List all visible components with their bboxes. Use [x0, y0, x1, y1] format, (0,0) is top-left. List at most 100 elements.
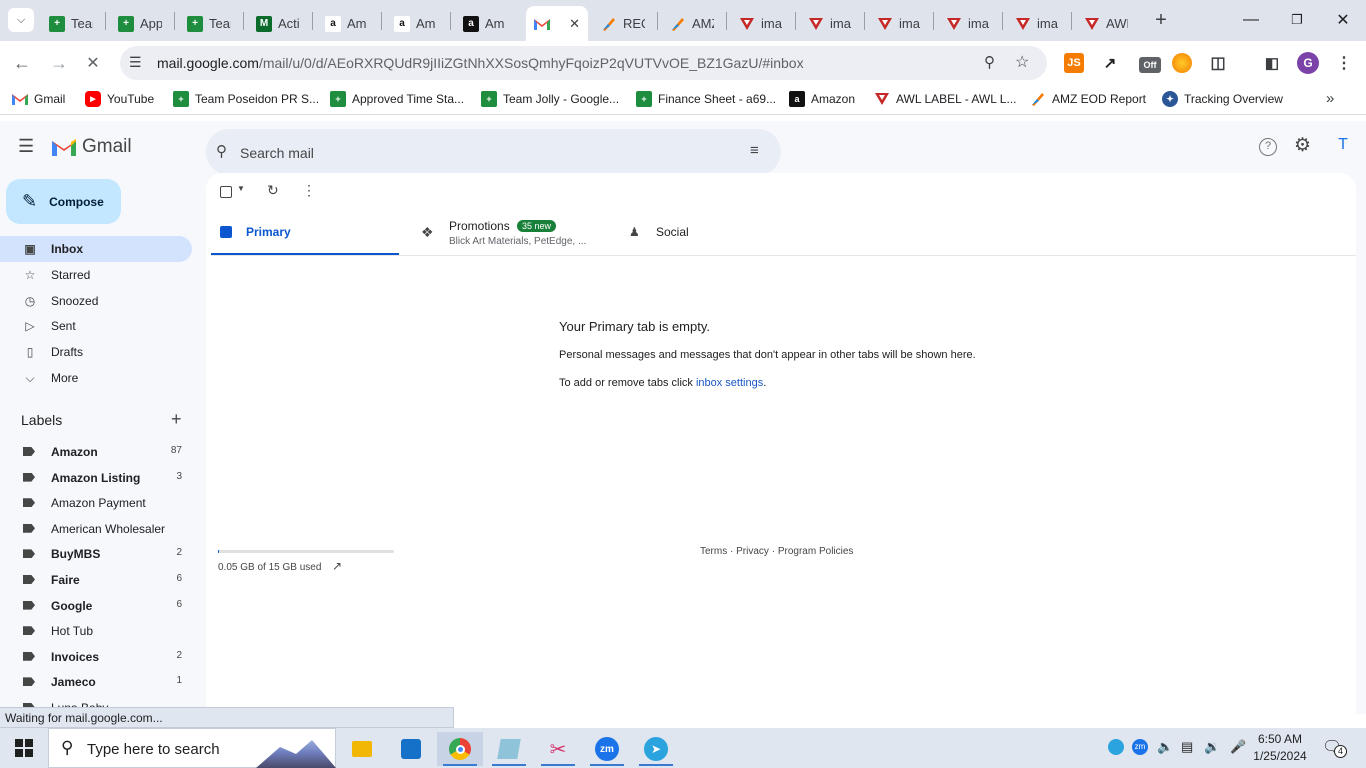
bookmark-star-icon[interactable]: ☆ [1015, 52, 1029, 72]
sidebar-item-more[interactable]: ⌵ More [0, 365, 192, 391]
search-icon[interactable]: ⚲ [216, 142, 227, 160]
side-panel-icon[interactable]: ◧ [1262, 53, 1282, 73]
js-extension-icon[interactable]: JS [1064, 53, 1084, 73]
site-info-icon[interactable]: ☰ [129, 54, 142, 71]
telegram-button[interactable]: ➤ [633, 732, 679, 766]
label-item[interactable]: Jameco 1 [0, 669, 192, 694]
browser-tab[interactable]: a Am [455, 6, 515, 41]
bookmark-item[interactable]: + Team Poseidon PR S... [173, 91, 319, 107]
tab-social[interactable]: ♟ Social [621, 213, 811, 256]
search-input[interactable]: Search mail [240, 145, 314, 161]
more-actions-icon[interactable]: ⋮ [302, 182, 316, 199]
clock[interactable]: 6:50 AM 1/25/2024 [1248, 731, 1312, 765]
compose-button[interactable]: ✎ Compose [6, 179, 121, 224]
puzzle-extensions-icon[interactable]: ◫ [1208, 53, 1228, 73]
bookmark-item[interactable]: + Finance Sheet - a69... [636, 91, 776, 107]
settings-gear-icon[interactable]: ⚙ [1294, 134, 1311, 157]
bookmark-item[interactable]: AWL LABEL - AWL L... [874, 91, 1017, 107]
browser-tab[interactable]: M Acti [248, 6, 308, 41]
menu-kebab-icon[interactable]: ⋮ [1334, 53, 1354, 73]
tab-primary[interactable]: Primary [211, 213, 399, 256]
bookmark-item[interactable]: ✦ Tracking Overview [1162, 91, 1283, 107]
browser-tab[interactable]: AMZ [662, 6, 722, 41]
zoom-button[interactable]: zm [584, 732, 630, 766]
label-item[interactable]: Amazon Payment [0, 490, 192, 515]
bookmark-item[interactable]: Gmail [12, 91, 65, 107]
label-item[interactable]: American Wholesaler [0, 516, 192, 541]
sidebar-item-starred[interactable]: ☆ Starred [0, 262, 192, 288]
minimize-button[interactable]: — [1228, 0, 1274, 40]
tab-search-button[interactable]: ⌵ [8, 8, 34, 32]
sidebar-item-snoozed[interactable]: ◷ Snoozed [0, 288, 192, 314]
gmail-logo[interactable]: Gmail [51, 136, 132, 158]
telegram-tray-icon[interactable] [1108, 739, 1124, 755]
browser-tab[interactable]: ✕ [526, 6, 588, 41]
bookmark-item[interactable]: AMZ EOD Report [1030, 91, 1146, 107]
browser-tab[interactable]: ima [869, 6, 929, 41]
refresh-icon[interactable]: ↻ [267, 182, 279, 199]
browser-tab[interactable]: AWL [1076, 6, 1136, 41]
profile-avatar[interactable]: G [1297, 52, 1319, 74]
sidebar-item-sent[interactable]: ▷ Sent [0, 313, 192, 339]
snipping-tool-button[interactable]: ✂ [535, 732, 581, 766]
inbox-settings-link[interactable]: inbox settings [696, 377, 763, 389]
create-label-button[interactable]: + [171, 409, 182, 430]
sidebar-item-inbox[interactable]: ▣ Inbox [0, 236, 192, 262]
label-item[interactable]: Amazon Listing 3 [0, 465, 192, 490]
label-item[interactable]: Hot Tub [0, 618, 192, 643]
account-avatar[interactable]: T [1332, 136, 1354, 158]
volume-icon[interactable]: 🔉 [1204, 739, 1220, 755]
color-extension-icon[interactable] [1172, 53, 1192, 73]
taskbar-search-box[interactable]: ⚲ Type here to search [48, 728, 336, 768]
tab-promotions[interactable]: ❖ Promotions 35 new Blick Art Materials,… [421, 213, 611, 256]
stop-loading-button[interactable]: ✕ [77, 47, 109, 79]
forward-button[interactable]: → [43, 47, 75, 79]
privacy-link[interactable]: Privacy [736, 546, 769, 557]
store-button[interactable] [388, 732, 434, 766]
help-icon[interactable]: ? [1259, 138, 1277, 156]
search-bar[interactable]: ⚲ Search mail ≡ [206, 129, 781, 175]
browser-tab[interactable]: + Tear [41, 6, 101, 41]
external-link-icon[interactable]: ↗ [332, 559, 342, 573]
browser-tab[interactable]: ima [938, 6, 998, 41]
program-policies-link[interactable]: Program Policies [778, 546, 854, 557]
restore-button[interactable]: ❐ [1274, 0, 1320, 40]
browser-tab[interactable]: ima [800, 6, 860, 41]
bookmark-item[interactable]: + Approved Time Sta... [330, 91, 464, 107]
back-button[interactable]: ← [6, 47, 38, 79]
chrome-button[interactable] [437, 732, 483, 766]
sidebar-item-drafts[interactable]: ▯ Drafts [0, 339, 192, 365]
terms-link[interactable]: Terms [700, 546, 727, 557]
browser-tab[interactable]: REQ [593, 6, 653, 41]
close-tab-icon[interactable]: ✕ [569, 16, 580, 32]
label-item[interactable]: BuyMBS 2 [0, 541, 192, 566]
bookmark-item[interactable]: ▶ YouTube [85, 91, 154, 107]
network-icon[interactable]: ▤ [1181, 739, 1193, 755]
browser-tab[interactable]: + App [110, 6, 170, 41]
close-window-button[interactable]: ✕ [1320, 0, 1366, 40]
bookmark-item[interactable]: + Team Jolly - Google... [481, 91, 619, 107]
start-button[interactable] [0, 728, 47, 768]
zoom-icon[interactable]: ⚲ [984, 53, 995, 71]
off-extension-icon[interactable]: Off [1139, 57, 1161, 73]
select-all-checkbox[interactable] [220, 186, 232, 198]
main-menu-button[interactable]: ☰ [18, 136, 40, 158]
zoom-tray-icon[interactable]: zm [1132, 739, 1148, 755]
notification-center-button[interactable]: 🗨 4 [1322, 737, 1347, 759]
label-item[interactable]: Amazon 87 [0, 439, 192, 464]
browser-tab[interactable]: ima [731, 6, 791, 41]
browser-tab[interactable]: ima [1007, 6, 1067, 41]
label-item[interactable]: Invoices 2 [0, 644, 192, 669]
more-bookmarks-button[interactable]: » [1326, 90, 1334, 107]
microphone-icon[interactable]: 🎤 [1230, 739, 1246, 755]
browser-tab[interactable]: + Tear [179, 6, 239, 41]
label-item[interactable]: Faire 6 [0, 567, 192, 592]
notepad-button[interactable] [486, 732, 532, 766]
search-options-icon[interactable]: ≡ [750, 142, 759, 159]
file-explorer-button[interactable] [339, 732, 385, 766]
label-item[interactable]: Google 6 [0, 593, 192, 618]
browser-tab[interactable]: a Am [386, 6, 446, 41]
select-dropdown-icon[interactable]: ▼ [237, 184, 245, 193]
browser-tab[interactable]: a Am [317, 6, 377, 41]
address-bar[interactable]: ☰ mail.google.com/mail/u/0/d/AEoRXRQUdR9… [120, 46, 1047, 80]
